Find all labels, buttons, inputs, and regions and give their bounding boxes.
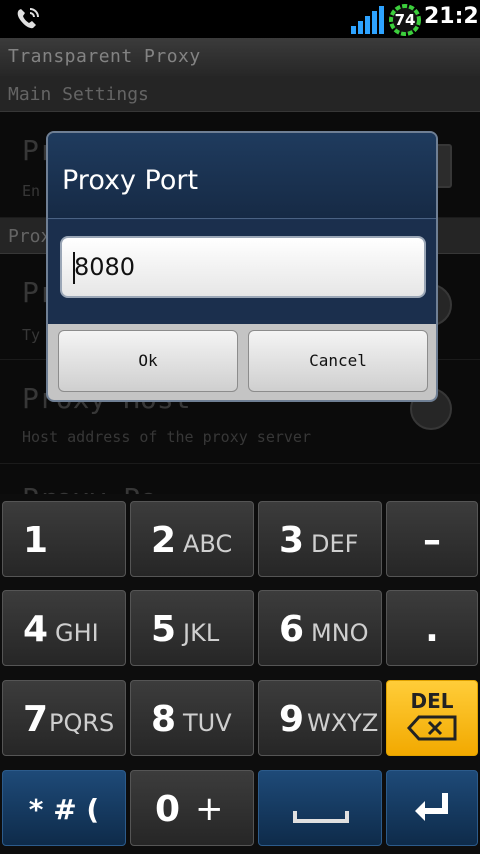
key-5[interactable]: 5 JKL [130,590,254,666]
key-0[interactable]: 0 + [130,770,254,846]
key-plus: + [195,789,224,829]
key-2[interactable]: 2 ABC [130,501,254,577]
space-key[interactable] [258,770,382,846]
key-8[interactable]: 8 TUV [130,680,254,756]
key-period-label: . [425,609,439,650]
dialog-title-bar: Proxy Port [48,133,436,219]
key-letters: MNO [311,619,369,647]
key-period[interactable]: . [386,590,478,666]
dialog-title: Proxy Port [62,165,199,196]
battery-level: 74 [394,11,416,29]
dialog-body: 8080 [48,220,436,324]
dialog-button-bar: Ok Cancel [48,324,436,400]
key-letters: PQRS [49,709,115,737]
cancel-button[interactable]: Cancel [248,330,428,392]
key-letters: WXYZ [307,709,379,737]
clock: 21:27 [424,4,480,29]
key-9[interactable]: 9 WXYZ [258,680,382,756]
backspace-icon [407,715,457,741]
delete-button[interactable]: DEL [386,680,478,756]
key-minus[interactable]: – [386,501,478,577]
phone-call-icon [17,8,39,29]
key-3[interactable]: 3 DEF [258,501,382,577]
key-digit: 7 [23,699,49,740]
key-1[interactable]: 1 [2,501,126,577]
port-input-value: 8080 [74,253,136,281]
ok-button[interactable]: Ok [58,330,238,392]
key-4[interactable]: 4 GHI [2,590,126,666]
symbols-label: * # ( [28,793,100,826]
signal-bars-icon [351,6,384,34]
enter-key[interactable] [386,770,478,846]
text-cursor [73,252,75,284]
status-bar: 74 21:27 [0,0,480,38]
key-letters: DEF [311,530,359,558]
key-6[interactable]: 6 MNO [258,590,382,666]
key-minus-label: – [423,520,441,561]
key-digit: 8 [151,699,177,740]
delete-label: DEL [410,689,454,713]
space-bar-icon [293,811,349,823]
key-letters: JKL [183,619,220,647]
proxy-port-dialog: Proxy Port 8080 Ok Cancel [46,131,438,402]
key-letters: ABC [183,530,233,558]
enter-arrow-icon [415,793,448,821]
key-digit: 9 [279,699,305,740]
key-letters: TUV [183,709,232,737]
key-digit: 0 [155,789,181,830]
numeric-keypad: 1 2 ABC 3 DEF – 4 GHI 5 JKL 6 MNO . 7 PQ… [0,494,480,854]
key-digit: 5 [151,609,177,650]
key-digit: 6 [279,609,305,650]
key-digit: 4 [23,609,49,650]
key-digit: 3 [279,520,305,561]
key-7[interactable]: 7 PQRS [2,680,126,756]
port-input[interactable]: 8080 [60,236,426,298]
key-digit: 2 [151,520,177,561]
key-letters: GHI [55,619,99,647]
key-digit: 1 [23,520,49,561]
symbols-key[interactable]: * # ( [2,770,126,846]
